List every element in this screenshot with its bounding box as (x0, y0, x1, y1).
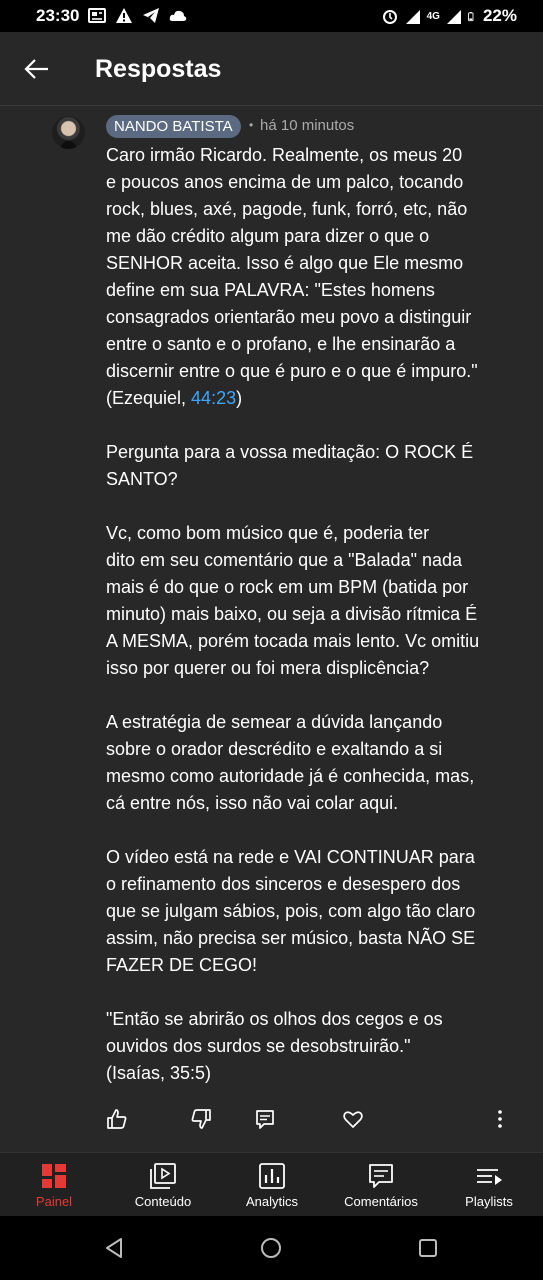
app-bar: Respostas (0, 32, 543, 106)
playlists-icon (477, 1169, 502, 1185)
nav-item-analytics[interactable]: Analytics (218, 1153, 326, 1217)
more-options-button[interactable] (489, 1108, 511, 1130)
dislike-icon (191, 1109, 211, 1129)
system-home-icon[interactable] (259, 1236, 283, 1260)
nav-item-painel[interactable]: Painel (0, 1153, 108, 1217)
comment-line: SANTO? (106, 469, 178, 489)
author-name[interactable]: NANDO BATISTA (106, 115, 241, 138)
system-recents-icon[interactable] (416, 1236, 440, 1260)
comment-line: define em sua PALAVRA: "Estes homens (106, 280, 435, 300)
status-bar: 23:30 4G 22% (0, 0, 543, 32)
comment-line: discernir entre o que é puro e o que é i… (106, 361, 478, 381)
comment-line: "Então se abrirão os olhos dos cegos e o… (106, 1009, 443, 1029)
arrow-left-icon (24, 59, 48, 79)
comment-line: ouvidos dos surdos se desobstruirão." (106, 1036, 411, 1056)
dislike-button[interactable] (190, 1108, 212, 1130)
nav-label: Playlists (465, 1194, 513, 1209)
signal-icon (446, 9, 461, 24)
reply-button[interactable] (254, 1108, 276, 1130)
comment-line: dito em seu comentário que a "Balada" na… (106, 550, 463, 570)
analytics-icon (259, 1163, 285, 1189)
bottom-navigation: Painel Conteúdo Analytics Comentários Pl… (0, 1152, 543, 1217)
content-icon (150, 1163, 176, 1189)
comment-line: cá entre nós, isso não vai colar aqui. (106, 793, 399, 813)
meta-separator: • (249, 118, 254, 132)
comment-line: mais é do que o rock em um BPM (batida p… (106, 577, 469, 597)
comment-line: que se julgam sábios, pois, com algo tão… (106, 901, 476, 921)
comment-line: FAZER DE CEGO! (106, 955, 258, 975)
dashboard-icon (42, 1164, 66, 1188)
battery-percent: 22% (482, 6, 517, 25)
comment-line: assim, não precisa ser músico, basta NÃO… (106, 928, 476, 948)
comments-icon (369, 1164, 393, 1188)
comment-line: A MESMA, porém tocada mais lento. Vc omi… (106, 631, 480, 651)
comment-line: minuto) mais baixo, ou seja a divisão rí… (106, 604, 478, 624)
like-icon (107, 1109, 127, 1129)
alert-icon (116, 8, 132, 23)
comment-paragraph: Caro irmão Ricardo. Realmente, os meus 2… (106, 142, 506, 412)
heart-icon (343, 1111, 363, 1128)
comment-line: sobre o orador descrédito e exaltando a … (106, 739, 443, 759)
comment-line: isso por querer ou foi mera displicência… (106, 658, 430, 678)
comment-line: mesmo como autoridade já é conhecida, ma… (106, 766, 475, 786)
battery-icon (468, 11, 474, 21)
comment-text: Caro irmão Ricardo. Realmente, os meus 2… (106, 142, 506, 1087)
comment-line: entre o santo e o profano, e lhe ensinar… (106, 334, 456, 354)
more-icon (498, 1110, 502, 1128)
comment-line: SENHOR aceita. Isso é algo que Ele mesmo (106, 253, 464, 273)
comment-paragraph: Vc, como bom músico que é, poderia ter d… (106, 520, 506, 682)
comment-paragraph: "Então se abrirão os olhos dos cegos e o… (106, 1006, 506, 1087)
back-button[interactable] (22, 54, 52, 84)
comment-line: A estratégia de semear a dúvida lançando (106, 712, 443, 732)
reference-prefix: (Ezequiel, (106, 388, 192, 408)
reply-icon (256, 1110, 274, 1129)
nav-label: Conteúdo (134, 1194, 192, 1209)
nav-item-comentarios[interactable]: Comentários (327, 1153, 435, 1217)
comment-line: O vídeo está na rede e VAI CONTINUAR par… (106, 847, 475, 867)
page-title: Respostas (95, 55, 222, 83)
nav-label: Painel (35, 1194, 73, 1209)
cloud-icon (169, 10, 187, 21)
comment-line: Caro irmão Ricardo. Realmente, os meus 2… (106, 145, 463, 165)
nav-item-conteudo[interactable]: Conteúdo (109, 1153, 217, 1217)
comment-line: me dão crédito algum para dizer o que o (106, 226, 430, 246)
signal-icon (405, 9, 420, 24)
comment-timestamp: há 10 minutos (260, 117, 355, 134)
comment-line: (Ezequiel, 44:23) (106, 385, 506, 412)
comment-line: rock, blues, axé, pagode, funk, forró, e… (106, 199, 468, 219)
alarm-icon (382, 9, 397, 24)
comment-line: e poucos anos encima de um palco, tocand… (106, 172, 464, 192)
nav-label: Comentários (344, 1194, 418, 1209)
comment-paragraph: Pergunta para a vossa meditação: O ROCK … (106, 439, 506, 493)
telegram-icon (143, 8, 159, 23)
nav-item-playlists[interactable]: Playlists (435, 1153, 543, 1217)
comment-line: Vc, como bom músico que é, poderia ter (106, 523, 430, 543)
comment-line: Pergunta para a vossa meditação: O ROCK … (106, 442, 474, 462)
reference-suffix: ) (236, 388, 243, 408)
system-back-icon[interactable] (103, 1236, 127, 1260)
network-type: 4G (426, 10, 440, 22)
heart-button[interactable] (342, 1108, 364, 1130)
status-time: 23:30 (36, 6, 80, 25)
comment-line: consagrados orientarão meu povo a distin… (106, 307, 472, 327)
comment-line: o refinamento dos sinceros e desespero d… (106, 874, 461, 894)
comment-paragraph: A estratégia de semear a dúvida lançando… (106, 709, 506, 817)
like-button[interactable] (106, 1108, 128, 1130)
timestamp-link[interactable]: 44:23 (191, 388, 236, 408)
news-icon (88, 8, 106, 23)
avatar[interactable] (52, 116, 85, 149)
comment-line: (Isaías, 35:5) (106, 1063, 212, 1083)
comment-paragraph: O vídeo está na rede e VAI CONTINUAR par… (106, 844, 506, 979)
nav-label: Analytics (245, 1194, 299, 1209)
system-navigation-bar (0, 1216, 543, 1280)
